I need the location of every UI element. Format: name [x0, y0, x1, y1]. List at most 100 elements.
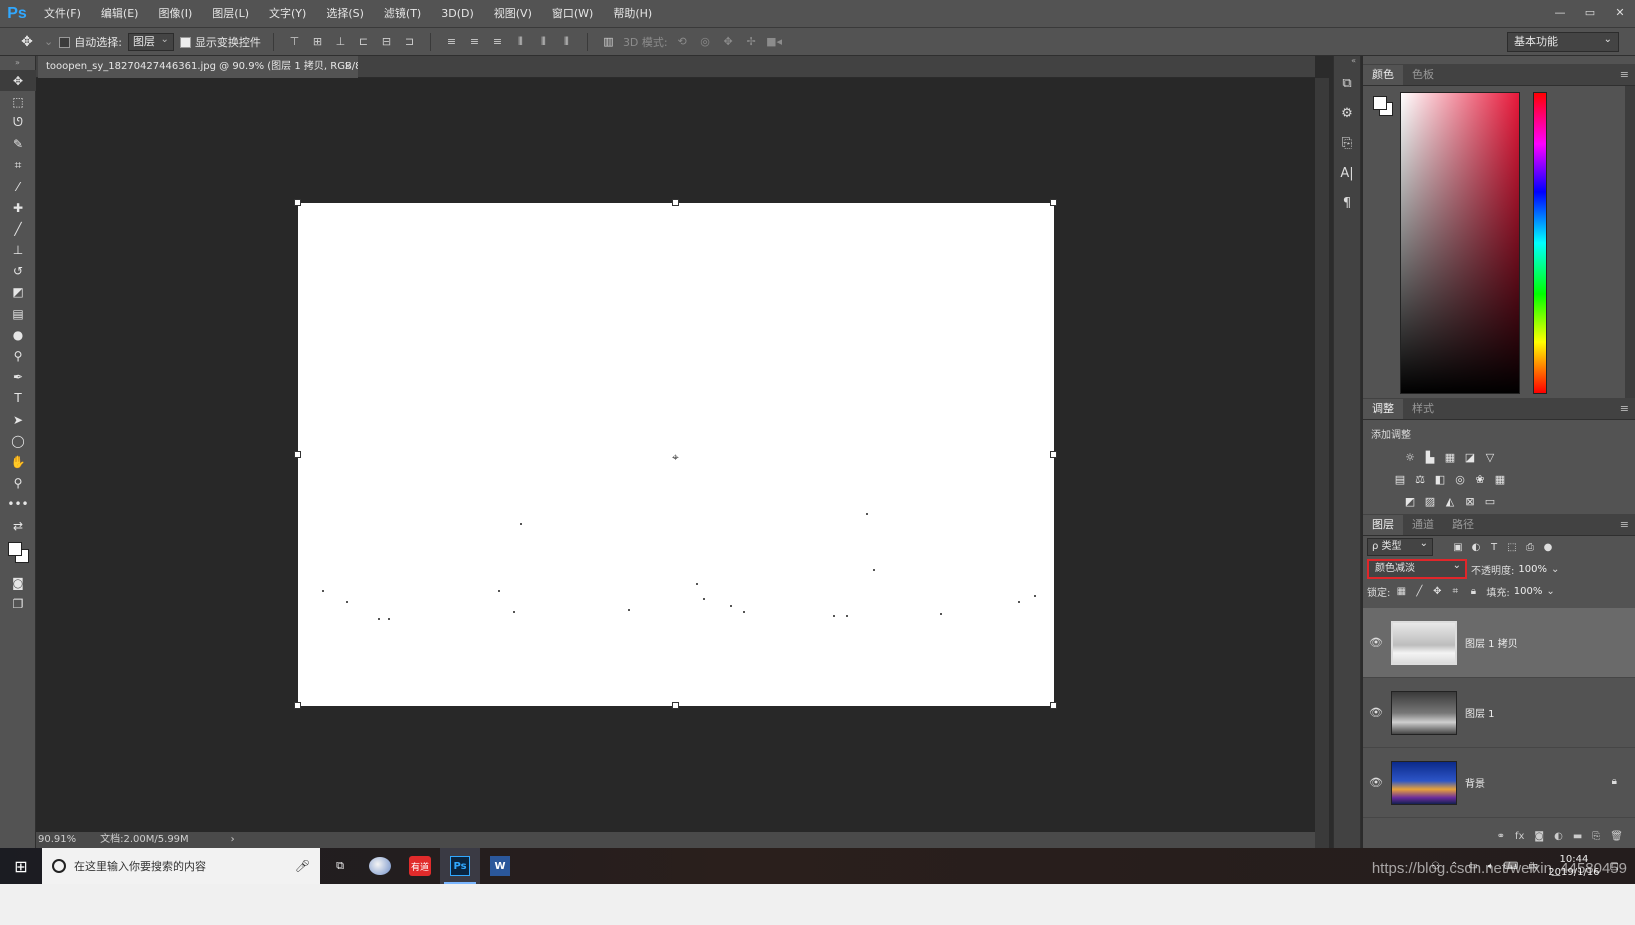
tab-color[interactable]: 颜色 — [1363, 65, 1403, 85]
opacity-input[interactable]: 100% — [1518, 564, 1547, 575]
zoom-tool-icon[interactable]: ⚲ — [0, 473, 36, 494]
lasso-tool-icon[interactable]: ᘎ — [0, 112, 36, 133]
hue-saturation-icon[interactable]: ▤ — [1393, 473, 1407, 487]
marquee-tool-icon[interactable]: ⬚ — [0, 91, 36, 112]
color-lookup-icon[interactable]: ▦ — [1493, 473, 1507, 487]
pen-tool-icon[interactable]: ✒ — [0, 367, 36, 388]
layer-name[interactable]: 图层 1 — [1465, 705, 1495, 720]
transform-handle[interactable] — [1050, 451, 1057, 458]
taskbar-paint-app[interactable] — [360, 848, 400, 884]
foreground-color-swatch[interactable] — [1373, 96, 1387, 110]
layer-style-fx-icon[interactable]: fx — [1515, 831, 1524, 842]
taskbar-word-app[interactable]: W — [480, 848, 520, 884]
close-document-icon[interactable]: × — [344, 56, 352, 78]
move-tool-icon[interactable]: ✥ — [16, 34, 38, 50]
taskbar-youdao-app[interactable]: 有道 — [400, 848, 440, 884]
type-tool-icon[interactable]: T — [0, 388, 36, 409]
align-right-icon[interactable]: ⊐ — [401, 34, 418, 50]
tab-styles[interactable]: 样式 — [1403, 399, 1443, 419]
paragraph-panel-icon[interactable]: ¶ — [1334, 188, 1360, 218]
gradient-map-icon[interactable]: ▭ — [1483, 495, 1497, 509]
taskbar-photoshop-app[interactable]: Ps — [440, 848, 480, 884]
selective-color-icon[interactable]: ⊠ — [1463, 495, 1477, 509]
color-balance-icon[interactable]: ⚖ — [1413, 473, 1427, 487]
filter-toggle-icon[interactable]: ● — [1541, 542, 1555, 553]
path-select-tool-icon[interactable]: ➤ — [0, 409, 36, 430]
show-transform-checkbox[interactable]: 显示变换控件 — [179, 34, 261, 50]
clone-stamp-tool-icon[interactable]: ⊥ — [0, 240, 36, 261]
eyedropper-tool-icon[interactable]: ⁄ — [0, 176, 36, 197]
quick-select-tool-icon[interactable]: ✎ — [0, 134, 36, 155]
align-top-icon[interactable]: ⊤ — [286, 34, 303, 50]
pixel-filter-icon[interactable]: ▣ — [1451, 542, 1465, 553]
screen-mode-icon[interactable]: ❐ — [0, 593, 36, 614]
distribute-left-icon[interactable]: ⦀ — [512, 34, 529, 50]
3d-rotate-icon[interactable]: ⟲ — [674, 34, 691, 50]
add-mask-icon[interactable]: ◙ — [1534, 831, 1544, 842]
new-layer-icon[interactable]: ⎘ — [1592, 831, 1600, 842]
lock-artboard-icon[interactable]: ⌗ — [1448, 586, 1462, 597]
transform-handle[interactable] — [672, 199, 679, 206]
menu-layer[interactable]: 图层(L) — [202, 0, 259, 28]
distribute-bottom-icon[interactable]: ≡ — [489, 34, 506, 50]
layer-name[interactable]: 图层 1 拷贝 — [1465, 635, 1518, 650]
layer-row[interactable]: 👁︎ 背景 🔒︎ — [1363, 748, 1635, 818]
lock-all-icon[interactable]: 🔒︎ — [1466, 586, 1480, 597]
ellipse-tool-icon[interactable]: ◯ — [0, 430, 36, 451]
new-group-icon[interactable]: ▬ — [1573, 831, 1582, 842]
align-vcenter-icon[interactable]: ⊞ — [309, 34, 326, 50]
distribute-top-icon[interactable]: ≡ — [443, 34, 460, 50]
transform-handle[interactable] — [1050, 702, 1057, 709]
invert-icon[interactable]: ◩ — [1403, 495, 1417, 509]
transform-handle[interactable] — [294, 702, 301, 709]
lock-image-icon[interactable]: ╱ — [1412, 586, 1426, 597]
threshold-icon[interactable]: ◭ — [1443, 495, 1457, 509]
menu-type[interactable]: 文字(Y) — [259, 0, 316, 28]
layer-row[interactable]: 👁︎ 图层 1 — [1363, 678, 1635, 748]
visibility-eye-icon[interactable]: 👁︎ — [1363, 706, 1389, 719]
3d-slide-icon[interactable]: ✢ — [743, 34, 760, 50]
close-button[interactable]: ✕ — [1605, 0, 1635, 28]
layer-kind-filter-dropdown[interactable]: ρ 类型 — [1367, 536, 1433, 556]
workspace-dropdown[interactable]: 基本功能 — [1507, 31, 1619, 52]
healing-brush-tool-icon[interactable]: ✚ — [0, 197, 36, 218]
visibility-eye-icon[interactable]: 👁︎ — [1363, 636, 1389, 649]
lock-position-icon[interactable]: ✥ — [1430, 586, 1444, 597]
posterize-icon[interactable]: ▨ — [1423, 495, 1437, 509]
levels-icon[interactable]: ▙ — [1423, 451, 1437, 465]
minimize-button[interactable]: — — [1545, 0, 1575, 28]
blend-mode-dropdown[interactable]: 颜色减淡 — [1367, 558, 1467, 579]
panel-scrollbar[interactable] — [1625, 86, 1635, 398]
3d-pan-icon[interactable]: ✥ — [720, 34, 737, 50]
transform-handle[interactable] — [672, 702, 679, 709]
curves-icon[interactable]: ▦ — [1443, 451, 1457, 465]
tab-swatches[interactable]: 色板 — [1403, 65, 1443, 85]
adjustment-filter-icon[interactable]: ◐ — [1469, 542, 1483, 553]
zoom-level[interactable]: 90.91% — [38, 832, 76, 848]
brightness-contrast-icon[interactable]: ☼ — [1403, 451, 1417, 465]
task-view-icon[interactable]: ⧉ — [320, 848, 360, 884]
character-panel-icon[interactable]: A| — [1334, 158, 1360, 188]
status-menu-arrow-icon[interactable]: › — [231, 832, 235, 848]
menu-help[interactable]: 帮助(H) — [603, 0, 662, 28]
brush-tool-icon[interactable]: ╱ — [0, 218, 36, 239]
tab-channels[interactable]: 通道 — [1403, 515, 1443, 535]
hand-tool-icon[interactable]: ✋ — [0, 451, 36, 472]
more-tools-icon[interactable]: ••• — [0, 494, 36, 515]
vertical-scrollbar[interactable] — [1315, 78, 1329, 832]
vibrance-icon[interactable]: ▽ — [1483, 451, 1497, 465]
align-left-icon[interactable]: ⊏ — [355, 34, 372, 50]
menu-image[interactable]: 图像(I) — [148, 0, 202, 28]
black-white-icon[interactable]: ◧ — [1433, 473, 1447, 487]
menu-select[interactable]: 选择(S) — [316, 0, 374, 28]
hue-slider[interactable] — [1533, 92, 1547, 394]
document-tab[interactable]: tooopen_sy_182704274463­61.jpg @ 90.9% (… — [38, 56, 358, 78]
menu-file[interactable]: 文件(F) — [34, 0, 91, 28]
foreground-color-swatch[interactable] — [8, 542, 22, 557]
tab-paths[interactable]: 路径 — [1443, 515, 1483, 535]
menu-filter[interactable]: 滤镜(T) — [374, 0, 431, 28]
new-adjustment-icon[interactable]: ◐ — [1554, 831, 1563, 842]
panel-menu-icon[interactable]: ≡ — [1620, 68, 1629, 81]
fill-input[interactable]: 100% — [1514, 586, 1543, 597]
distribute-hcenter-icon[interactable]: ⦀ — [535, 34, 552, 50]
